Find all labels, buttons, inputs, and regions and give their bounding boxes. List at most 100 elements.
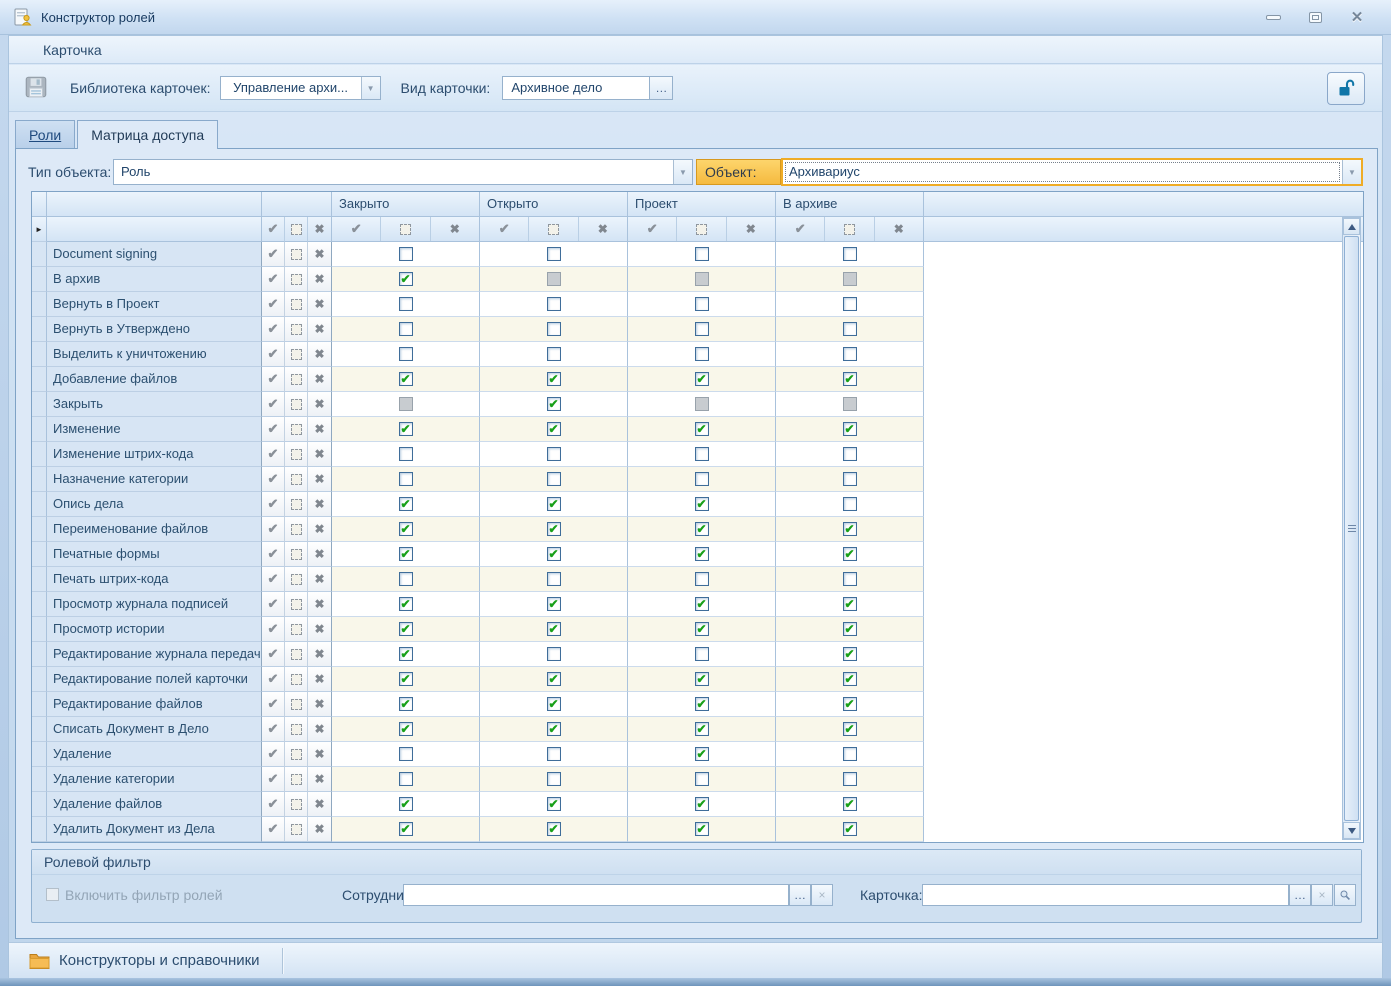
row-check-all-button[interactable]: [262, 642, 285, 667]
vertical-scrollbar[interactable]: [1342, 217, 1361, 840]
scroll-up-button[interactable]: [1343, 218, 1360, 235]
access-checkbox-unchecked[interactable]: [695, 772, 709, 786]
access-checkbox-unchecked[interactable]: [399, 322, 413, 336]
row-indeterminate-button[interactable]: [285, 292, 308, 317]
row-indeterminate-button[interactable]: [285, 267, 308, 292]
access-checkbox-unchecked[interactable]: [695, 297, 709, 311]
object-dropdown-arrow-icon[interactable]: ▼: [1342, 160, 1361, 184]
access-checkbox-unchecked[interactable]: [695, 347, 709, 361]
employee-browse-button[interactable]: …: [789, 884, 811, 906]
action-name-cell[interactable]: Опись дела: [47, 492, 262, 517]
menu-item-kartochka[interactable]: Карточка: [37, 40, 108, 60]
scrollbar-thumb[interactable]: [1344, 236, 1359, 821]
row-indeterminate-button[interactable]: [285, 467, 308, 492]
access-checkbox-unchecked[interactable]: [843, 247, 857, 261]
access-checkbox-checked[interactable]: [399, 647, 413, 661]
object-type-dropdown-arrow-icon[interactable]: ▼: [673, 160, 692, 184]
access-checkbox-checked[interactable]: [843, 422, 857, 436]
action-name-cell[interactable]: Document signing: [47, 242, 262, 267]
access-checkbox-unchecked[interactable]: [695, 247, 709, 261]
access-checkbox-checked[interactable]: [399, 272, 413, 286]
access-checkbox-checked[interactable]: [547, 697, 561, 711]
row-check-all-button[interactable]: [262, 617, 285, 642]
row-indeterminate-button[interactable]: [285, 417, 308, 442]
row-indeterminate-button[interactable]: [285, 567, 308, 592]
access-checkbox-unchecked[interactable]: [399, 472, 413, 486]
column-group-header[interactable]: Закрыто: [332, 192, 480, 217]
action-name-cell[interactable]: Редактирование журнала передач: [47, 642, 262, 667]
access-checkbox-unchecked[interactable]: [547, 572, 561, 586]
access-checkbox-checked[interactable]: [399, 547, 413, 561]
group-check-all-button[interactable]: [332, 217, 381, 241]
access-checkbox-checked[interactable]: [547, 822, 561, 836]
access-checkbox-checked[interactable]: [399, 422, 413, 436]
row-check-all-button[interactable]: [262, 792, 285, 817]
row-check-all-button[interactable]: [262, 717, 285, 742]
row-check-all-button[interactable]: [262, 767, 285, 792]
access-checkbox-checked[interactable]: [547, 597, 561, 611]
row-indeterminate-button[interactable]: [285, 742, 308, 767]
access-checkbox-checked[interactable]: [843, 697, 857, 711]
card-view-browse-button[interactable]: …: [650, 76, 673, 100]
group-indeterminate-button[interactable]: [825, 217, 874, 241]
row-uncheck-all-button[interactable]: [308, 342, 332, 367]
action-name-cell[interactable]: Удаление категории: [47, 767, 262, 792]
access-checkbox-checked[interactable]: [843, 372, 857, 386]
access-checkbox-unchecked[interactable]: [695, 472, 709, 486]
access-checkbox-checked[interactable]: [695, 697, 709, 711]
access-checkbox-checked[interactable]: [843, 822, 857, 836]
row-uncheck-all-button[interactable]: [308, 617, 332, 642]
access-checkbox-checked[interactable]: [843, 522, 857, 536]
access-checkbox-checked[interactable]: [547, 797, 561, 811]
access-checkbox-checked[interactable]: [547, 372, 561, 386]
access-checkbox-unchecked[interactable]: [547, 297, 561, 311]
row-indeterminate-button[interactable]: [285, 317, 308, 342]
row-check-all-button[interactable]: [262, 517, 285, 542]
action-name-cell[interactable]: Закрыть: [47, 392, 262, 417]
row-indeterminate-button[interactable]: [285, 242, 308, 267]
statusbar-item-constructors[interactable]: Конструкторы и справочники: [29, 952, 260, 969]
row-check-all-button[interactable]: [262, 467, 285, 492]
row-check-all-button[interactable]: [262, 692, 285, 717]
action-name-cell[interactable]: Редактирование полей карточки: [47, 667, 262, 692]
access-checkbox-checked[interactable]: [399, 372, 413, 386]
row-uncheck-all-button[interactable]: [308, 692, 332, 717]
row-check-all-button[interactable]: [262, 342, 285, 367]
action-name-cell[interactable]: Списать Документ в Дело: [47, 717, 262, 742]
row-uncheck-all-button[interactable]: [308, 542, 332, 567]
row-indeterminate-button[interactable]: [285, 542, 308, 567]
row-uncheck-all-button[interactable]: [308, 817, 332, 842]
access-checkbox-unchecked[interactable]: [695, 572, 709, 586]
action-name-cell[interactable]: Вернуть в Утверждено: [47, 317, 262, 342]
row-check-all-button[interactable]: [262, 317, 285, 342]
access-checkbox-checked[interactable]: [843, 797, 857, 811]
row-check-all-button[interactable]: [262, 442, 285, 467]
action-name-cell[interactable]: Переименование файлов: [47, 517, 262, 542]
employee-clear-button[interactable]: ×: [811, 884, 833, 906]
access-checkbox-checked[interactable]: [399, 722, 413, 736]
row-check-all-button[interactable]: [262, 292, 285, 317]
access-checkbox-checked[interactable]: [547, 622, 561, 636]
tab-matrica-dostupa[interactable]: Матрица доступа: [77, 120, 218, 149]
row-indeterminate-button[interactable]: [285, 442, 308, 467]
action-name-cell[interactable]: Удаление файлов: [47, 792, 262, 817]
access-checkbox-unchecked[interactable]: [399, 297, 413, 311]
object-combobox[interactable]: Архивариус ▼: [781, 158, 1363, 186]
group-cross-all-button[interactable]: [875, 217, 923, 241]
row-uncheck-all-button[interactable]: [308, 442, 332, 467]
card-view-field[interactable]: Архивное дело: [502, 76, 650, 100]
access-checkbox-unchecked[interactable]: [399, 572, 413, 586]
row-check-all-button[interactable]: [262, 567, 285, 592]
access-checkbox-checked[interactable]: [399, 697, 413, 711]
access-checkbox-unchecked[interactable]: [843, 447, 857, 461]
row-check-all-button[interactable]: [262, 417, 285, 442]
access-checkbox-unchecked[interactable]: [399, 347, 413, 361]
row-uncheck-all-button[interactable]: [308, 392, 332, 417]
action-name-cell[interactable]: Просмотр журнала подписей: [47, 592, 262, 617]
row-indeterminate-button[interactable]: [285, 692, 308, 717]
row-indeterminate-button[interactable]: [285, 592, 308, 617]
row-uncheck-all-button[interactable]: [308, 717, 332, 742]
row-check-all-button[interactable]: [262, 667, 285, 692]
row-indeterminate-button[interactable]: [285, 667, 308, 692]
access-checkbox-checked[interactable]: [695, 522, 709, 536]
